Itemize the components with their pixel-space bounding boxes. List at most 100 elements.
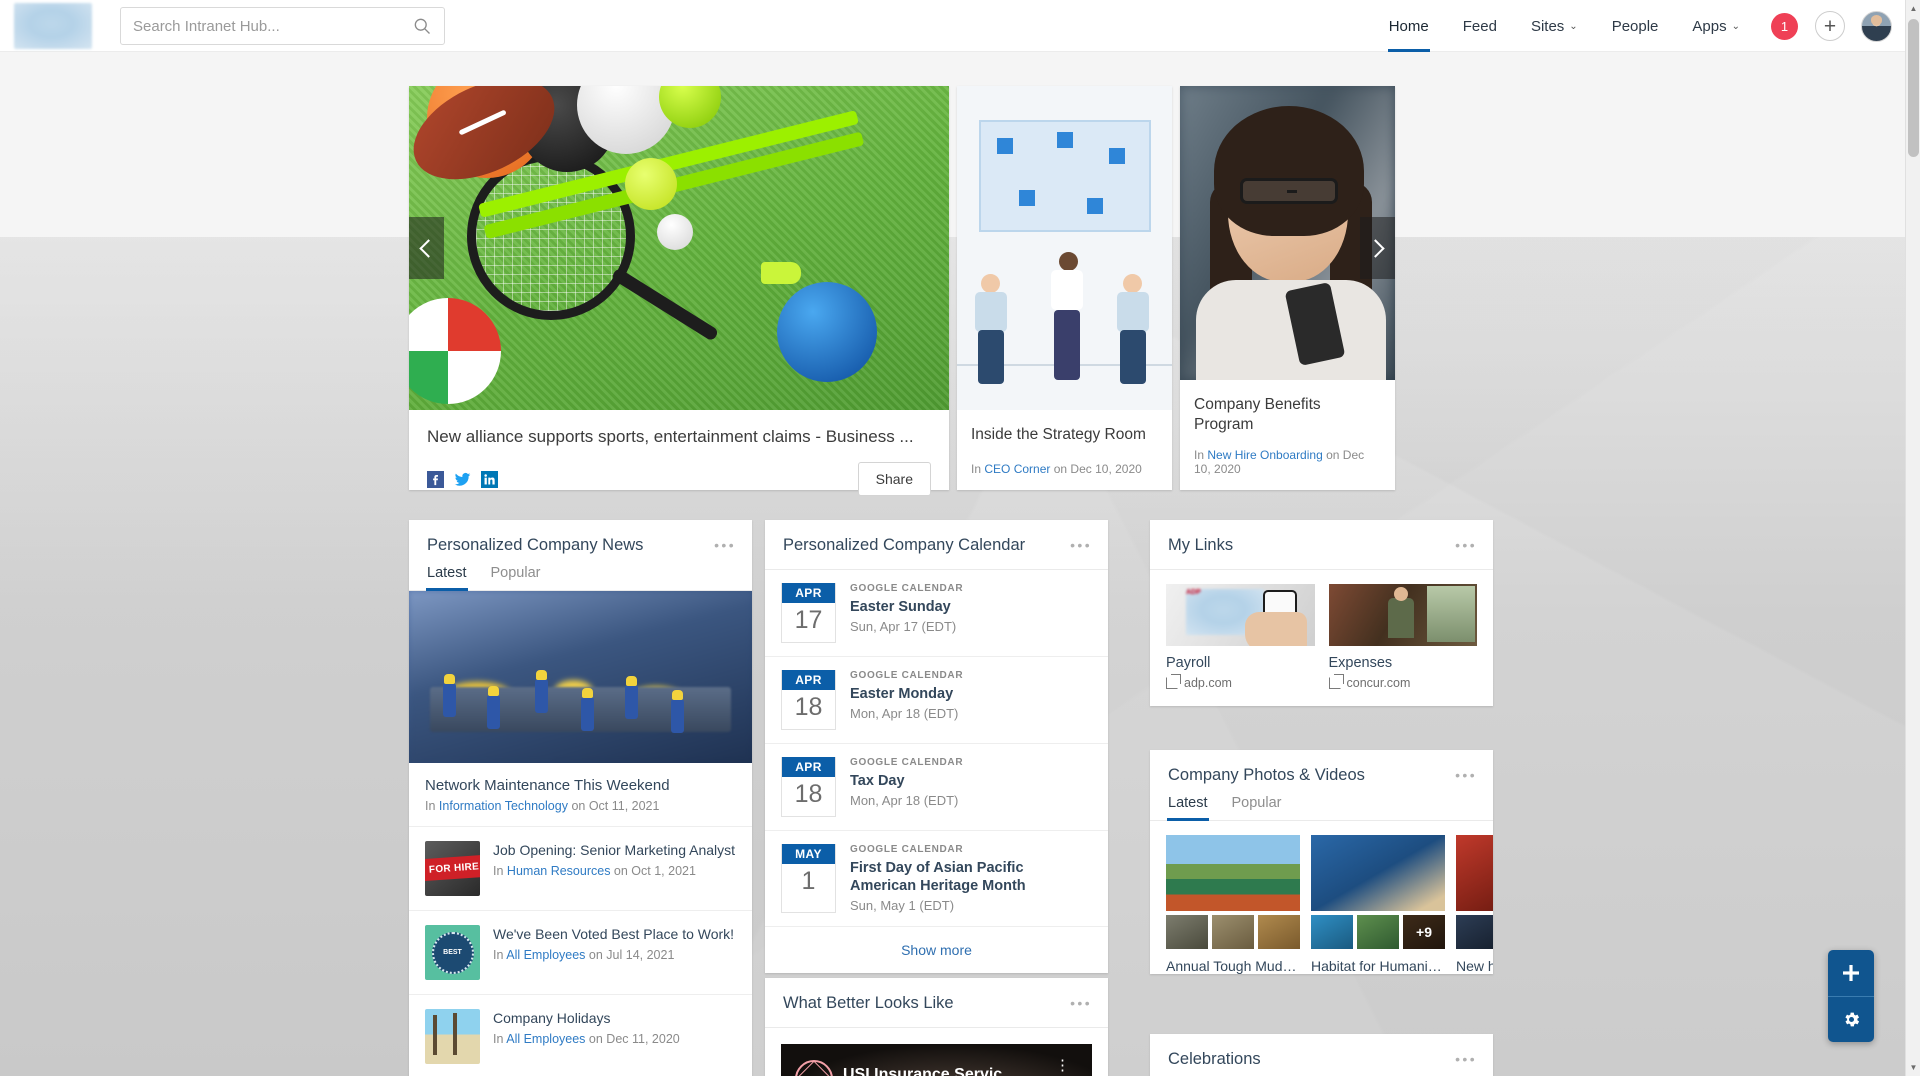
facebook-icon[interactable] (427, 470, 444, 488)
tab-photos-latest[interactable]: Latest (1167, 795, 1208, 821)
company-logo[interactable] (14, 2, 92, 49)
search-input[interactable] (133, 17, 412, 35)
news-featured-source[interactable]: Information Technology (439, 799, 568, 813)
album-thumbnail[interactable] (1311, 915, 1353, 949)
news-item-source[interactable]: All Employees (506, 1032, 585, 1046)
notification-badge[interactable]: 1 (1771, 12, 1798, 40)
page-scrollbar[interactable]: ▲ ▼ (1905, 0, 1920, 1076)
tab-photos-popular[interactable]: Popular (1232, 795, 1282, 820)
photos-tabs: Latest Popular (1150, 785, 1493, 821)
photo-album[interactable]: Annual Tough Mudder (1166, 835, 1300, 974)
scrollbar-thumb[interactable] (1908, 19, 1919, 157)
calendar-event-row[interactable]: MAY 1 GOOGLE CALENDAR First Day of Asian… (765, 831, 1108, 928)
nav-item-home[interactable]: Home (1372, 0, 1446, 52)
calendar-show-more-link[interactable]: Show more (765, 927, 1108, 973)
news-featured-body[interactable]: Network Maintenance This Weekend In Info… (409, 763, 752, 826)
fab-add-button[interactable] (1828, 950, 1874, 996)
carousel-slide-2[interactable]: Inside the Strategy Room In CEO Corner o… (957, 86, 1172, 490)
calendar-event-row[interactable]: APR 18 GOOGLE CALENDAR Tax Day Mon, Apr … (765, 744, 1108, 831)
carousel-slide-3-source[interactable]: New Hire Onboarding (1207, 448, 1322, 462)
calendar-event-row[interactable]: APR 17 GOOGLE CALENDAR Easter Sunday Sun… (765, 570, 1108, 657)
album-thumbnail[interactable] (1357, 915, 1399, 949)
carousel-slide-2-meta: In CEO Corner on Dec 10, 2020 (957, 448, 1172, 490)
calendar-event-date: APR 17 (781, 583, 836, 643)
news-list-item[interactable]: Company Holidays In All Employees on Dec… (409, 994, 752, 1076)
news-card-header: Personalized Company News ••• (409, 520, 752, 555)
tab-news-latest[interactable]: Latest (426, 565, 467, 591)
floating-action-buttons (1828, 950, 1874, 1042)
album-thumbnail[interactable] (1166, 915, 1208, 949)
celebrations-menu-button[interactable]: ••• (1455, 1052, 1477, 1066)
news-card-menu-button[interactable]: ••• (714, 538, 736, 552)
carousel-slide-2-source[interactable]: CEO Corner (984, 462, 1050, 476)
news-item-source[interactable]: Human Resources (507, 864, 611, 878)
calendar-event-day: 18 (794, 693, 823, 721)
create-button[interactable]: + (1815, 11, 1845, 41)
search-icon[interactable] (412, 16, 432, 36)
meta-suffix: on Oct 11, 2021 (571, 799, 660, 813)
news-list-item[interactable]: BEST We've Been Voted Best Place to Work… (409, 910, 752, 994)
album-thumbnail[interactable] (1212, 915, 1254, 949)
link-tile-payroll[interactable]: ADP Payroll adp.com (1166, 584, 1315, 690)
video-player[interactable]: USI Insurance Servic... ⋮ (781, 1044, 1092, 1076)
nav-item-sites[interactable]: Sites ⌄ (1514, 0, 1595, 52)
meta-prefix: In (971, 462, 982, 476)
fab-settings-button[interactable] (1828, 996, 1874, 1042)
video-options-icon[interactable]: ⋮ (1055, 1058, 1070, 1073)
scrollbar-down-arrow[interactable]: ▼ (1906, 1059, 1920, 1076)
carousel-next-button[interactable] (1360, 217, 1395, 279)
external-link-icon (1328, 674, 1344, 689)
link-tile-expenses[interactable]: Expenses concur.com (1328, 584, 1477, 690)
photo-album[interactable]: New hires (1456, 835, 1493, 974)
album-thumbnail[interactable] (1258, 915, 1300, 949)
user-avatar[interactable] (1861, 10, 1892, 42)
link-thumbnail: ADP (1166, 584, 1315, 646)
meta-suffix: on Dec 10, 2020 (1053, 462, 1142, 476)
nav-item-feed[interactable]: Feed (1446, 0, 1514, 52)
nav-item-apps[interactable]: Apps ⌄ (1675, 0, 1757, 52)
news-item-source[interactable]: All Employees (506, 948, 585, 962)
calendar-event-date: APR 18 (781, 757, 836, 817)
twitter-icon[interactable] (454, 471, 471, 488)
personalized-company-calendar-card: Personalized Company Calendar ••• APR 17… (765, 520, 1108, 974)
link-name: Expenses (1328, 655, 1393, 671)
nav-item-people[interactable]: People (1595, 0, 1676, 52)
video-card-title: What Better Looks Like (783, 994, 954, 1012)
nav-label-people: People (1611, 17, 1659, 35)
my-links-menu-button[interactable]: ••• (1455, 538, 1477, 552)
personalized-company-news-card: Personalized Company News ••• Latest Pop… (409, 520, 752, 1076)
news-item-meta: In All Employees on Jul 14, 2021 (493, 948, 734, 962)
external-link-icon (1166, 674, 1181, 689)
nav-label-home: Home (1388, 17, 1429, 35)
news-featured-title: Network Maintenance This Weekend (425, 777, 670, 794)
meta-suffix: on Dec 11, 2020 (588, 1032, 680, 1047)
news-featured-image[interactable] (409, 591, 752, 763)
calendar-event-date: MAY 1 (781, 844, 836, 914)
carousel-prev-button[interactable] (409, 217, 444, 279)
news-item-meta: In Human Resources on Oct 1, 2021 (493, 864, 735, 878)
album-thumbnail[interactable]: +9 (1403, 915, 1445, 949)
album-thumbnail[interactable] (1456, 915, 1493, 949)
link-thumbnail (1328, 584, 1477, 646)
carousel-slide-3-meta: In New Hire Onboarding on Dec 10, 2020 (1180, 434, 1395, 490)
news-list-item[interactable]: Job Opening: Senior Marketing Analyst In… (409, 826, 752, 910)
nav-label-sites: Sites (1530, 17, 1565, 35)
scrollbar-up-arrow[interactable]: ▲ (1906, 0, 1920, 17)
video-title: USI Insurance Servic... (843, 1066, 1016, 1076)
calendar-event-source: GOOGLE CALENDAR (850, 583, 964, 594)
calendar-event-row[interactable]: APR 18 GOOGLE CALENDAR Easter Monday Mon… (765, 657, 1108, 744)
calendar-event-name: Tax Day (850, 773, 905, 789)
add-icon (1843, 965, 1859, 981)
search-box[interactable] (120, 7, 445, 45)
photos-card-menu-button[interactable]: ••• (1455, 768, 1477, 782)
share-button[interactable]: Share (857, 462, 931, 497)
calendar-card-menu-button[interactable]: ••• (1070, 538, 1092, 552)
carousel-slide-3[interactable]: Company Benefits Program In New Hire Onb… (1180, 86, 1395, 490)
video-card-menu-button[interactable]: ••• (1070, 996, 1092, 1010)
linkedin-icon[interactable] (481, 470, 498, 488)
my-links-header: My Links ••• (1150, 520, 1493, 555)
news-item-thumbnail (425, 841, 480, 896)
carousel-main-slide[interactable]: New alliance supports sports, entertainm… (409, 86, 949, 497)
photo-album[interactable]: +9 Habitat for Humanity... (1311, 835, 1445, 974)
tab-news-popular[interactable]: Popular (491, 565, 541, 590)
